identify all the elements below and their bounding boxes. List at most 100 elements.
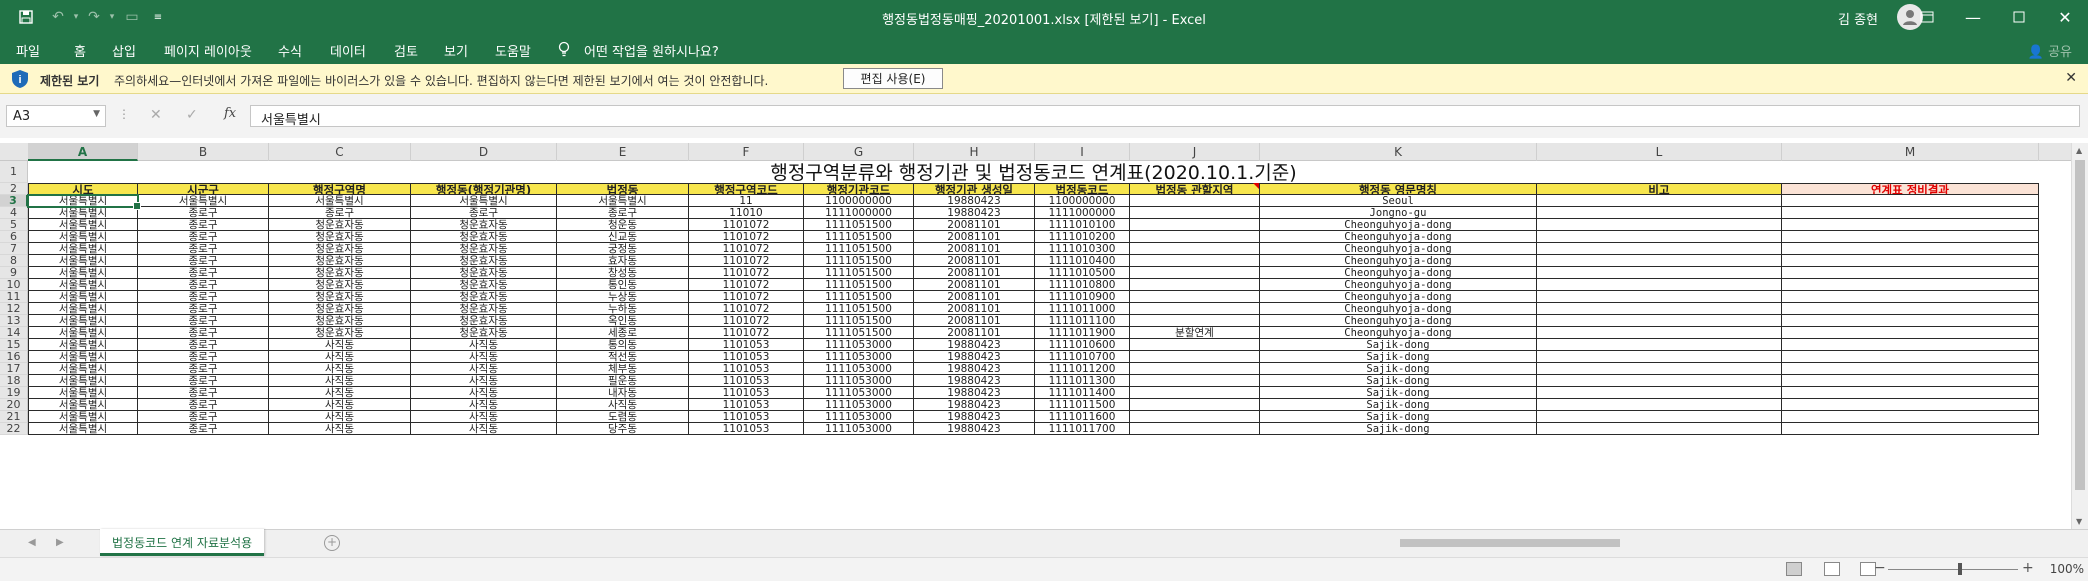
cell-col-d-row-18[interactable]: 사직동 [411,375,557,387]
cell-col-l-row-11[interactable] [1537,291,1782,303]
column-header-a[interactable]: A [28,143,138,161]
cell-col-g-row-21[interactable]: 1111053000 [804,411,914,423]
column-header-g[interactable]: G [804,143,914,161]
cell-col-i-row-15[interactable]: 1111010600 [1035,339,1130,351]
cell-col-j-row-22[interactable] [1130,423,1260,435]
cell-col-e-row-4[interactable]: 종로구 [557,207,689,219]
cell-col-m-row-7[interactable] [1782,243,2039,255]
cell-col-e-row-8[interactable]: 효자동 [557,255,689,267]
cell-col-h-row-19[interactable]: 19880423 [914,387,1035,399]
cell-col-h-row-5[interactable]: 20081101 [914,219,1035,231]
cell-col-h-row-14[interactable]: 20081101 [914,327,1035,339]
prev-sheet-icon[interactable]: ◀ [28,537,36,548]
cell-col-e-row-18[interactable]: 필운동 [557,375,689,387]
cell-col-c-row-21[interactable]: 사직동 [269,411,411,423]
cell-col-l-row-8[interactable] [1537,255,1782,267]
cell-col-i-row-5[interactable]: 1111010100 [1035,219,1130,231]
cell-col-f-row-21[interactable]: 1101053 [689,411,804,423]
cell-col-e-row-13[interactable]: 옥인동 [557,315,689,327]
tab-home[interactable]: 홈 [74,41,86,60]
cell-col-a-row-7[interactable]: 서울특별시 [28,243,138,255]
cell-col-d-row-19[interactable]: 사직동 [411,387,557,399]
cell-col-c-row-15[interactable]: 사직동 [269,339,411,351]
cell-col-b-row-4[interactable]: 종로구 [138,207,269,219]
cell-col-d-row-15[interactable]: 사직동 [411,339,557,351]
tab-page-layout[interactable]: 페이지 레이아웃 [164,41,252,60]
cell-col-f-row-11[interactable]: 1101072 [689,291,804,303]
cell-col-m-row-11[interactable] [1782,291,2039,303]
user-name[interactable]: 김 종현 [1838,9,1878,28]
cell-col-c-row-10[interactable]: 청운효자동 [269,279,411,291]
cell-col-a-row-21[interactable]: 서울특별시 [28,411,138,423]
cell-col-c-row-22[interactable]: 사직동 [269,423,411,435]
cell-col-d-row-9[interactable]: 청운효자동 [411,267,557,279]
cell-col-g-row-9[interactable]: 1111051500 [804,267,914,279]
column-header-m[interactable]: M [1782,143,2039,161]
cell-col-m-row-10[interactable] [1782,279,2039,291]
header-cell-col-e[interactable]: 법정동 [557,183,689,195]
cell-col-b-row-21[interactable]: 종로구 [138,411,269,423]
cell-col-i-row-3[interactable]: 1100000000 [1035,195,1130,207]
maximize-icon[interactable] [1996,0,2042,34]
minimize-icon[interactable]: — [1950,0,1996,34]
cell-col-l-row-19[interactable] [1537,387,1782,399]
cell-col-l-row-4[interactable] [1537,207,1782,219]
cell-col-h-row-15[interactable]: 19880423 [914,339,1035,351]
customize-toolbar-icon[interactable]: ≡ [146,5,170,29]
cell-col-m-row-20[interactable] [1782,399,2039,411]
cell-col-b-row-15[interactable]: 종로구 [138,339,269,351]
zoom-slider[interactable] [1888,569,2018,570]
cell-col-h-row-13[interactable]: 20081101 [914,315,1035,327]
cell-col-h-row-20[interactable]: 19880423 [914,399,1035,411]
cell-col-m-row-19[interactable] [1782,387,2039,399]
cell-col-j-row-6[interactable] [1130,231,1260,243]
sheet-title[interactable]: 행정구역분류와 행정기관 및 법정동코드 연계표(2020.10.1.기준) [28,161,2039,184]
chevron-down-icon[interactable]: ▼ [93,109,100,119]
cell-col-f-row-18[interactable]: 1101053 [689,375,804,387]
tab-insert[interactable]: 삽입 [112,41,136,60]
cell-col-c-row-8[interactable]: 청운효자동 [269,255,411,267]
vertical-scrollbar[interactable]: ▲ ▼ [2071,143,2088,529]
cell-col-i-row-7[interactable]: 1111010300 [1035,243,1130,255]
cell-col-b-row-18[interactable]: 종로구 [138,375,269,387]
sheet-tab-active[interactable]: 법정동코드 연계 자료분석용 [100,529,265,556]
cell-col-l-row-21[interactable] [1537,411,1782,423]
cell-col-l-row-22[interactable] [1537,423,1782,435]
cell-col-f-row-10[interactable]: 1101072 [689,279,804,291]
cell-col-b-row-3[interactable]: 서울특별시 [138,195,269,207]
header-cell-col-m[interactable]: 연계표 정비결과 [1782,183,2039,195]
cell-col-a-row-15[interactable]: 서울특별시 [28,339,138,351]
comment-indicator-icon[interactable] [1253,183,1259,189]
cell-col-a-row-10[interactable]: 서울특별시 [28,279,138,291]
cell-col-g-row-5[interactable]: 1111051500 [804,219,914,231]
cell-col-l-row-12[interactable] [1537,303,1782,315]
cell-col-l-row-3[interactable] [1537,195,1782,207]
cell-col-k-row-7[interactable]: Cheonguhyoja-dong [1260,243,1537,255]
cell-col-c-row-5[interactable]: 청운효자동 [269,219,411,231]
cell-col-d-row-20[interactable]: 사직동 [411,399,557,411]
column-header-f[interactable]: F [689,143,804,161]
tell-me-search[interactable]: 어떤 작업을 원하시나요? [584,41,719,60]
cell-col-m-row-3[interactable] [1782,195,2039,207]
enter-icon[interactable]: ✓ [186,107,198,123]
cell-col-g-row-12[interactable]: 1111051500 [804,303,914,315]
cell-col-e-row-14[interactable]: 세종로 [557,327,689,339]
cell-col-f-row-4[interactable]: 11010 [689,207,804,219]
cell-col-c-row-19[interactable]: 사직동 [269,387,411,399]
cell-col-c-row-13[interactable]: 청운효자동 [269,315,411,327]
cell-col-c-row-4[interactable]: 종로구 [269,207,411,219]
cell-col-e-row-9[interactable]: 창성동 [557,267,689,279]
cell-col-d-row-21[interactable]: 사직동 [411,411,557,423]
cell-col-h-row-8[interactable]: 20081101 [914,255,1035,267]
cell-col-l-row-9[interactable] [1537,267,1782,279]
scroll-down-icon[interactable]: ▼ [2076,517,2082,526]
cell-col-d-row-12[interactable]: 청운효자동 [411,303,557,315]
cell-col-h-row-17[interactable]: 19880423 [914,363,1035,375]
cell-col-b-row-19[interactable]: 종로구 [138,387,269,399]
cell-col-l-row-20[interactable] [1537,399,1782,411]
cell-col-j-row-17[interactable] [1130,363,1260,375]
cell-col-d-row-16[interactable]: 사직동 [411,351,557,363]
cell-col-l-row-5[interactable] [1537,219,1782,231]
cell-col-d-row-5[interactable]: 청운효자동 [411,219,557,231]
cell-col-a-row-13[interactable]: 서울특별시 [28,315,138,327]
